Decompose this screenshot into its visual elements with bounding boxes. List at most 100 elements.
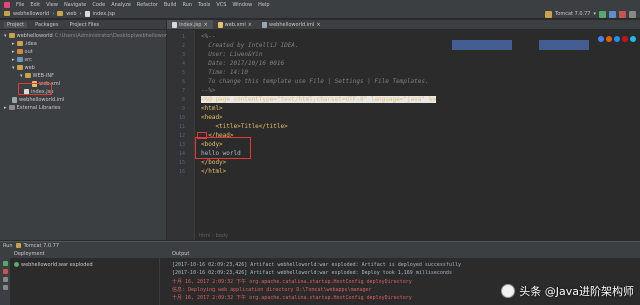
tab-web-xml[interactable]: web.xml × <box>213 20 257 29</box>
rerun-icon[interactable] <box>2 261 8 266</box>
chrome-icon[interactable] <box>598 36 604 42</box>
tree-item-label: src <box>24 56 32 63</box>
editor-tab-label: webhelloworld.iml <box>269 21 315 28</box>
run-panel-config[interactable]: Tomcat 7.0.77 <box>24 243 59 249</box>
tree-item-src[interactable]: ▸ src <box>12 56 32 63</box>
editor-tab-label: web.xml <box>224 21 246 28</box>
deployment-panel: webhelloworld:war exploded <box>10 258 160 305</box>
run-icon[interactable] <box>599 10 606 18</box>
menu-navigate[interactable]: Navigate <box>64 2 86 8</box>
iml-file-icon <box>12 96 17 103</box>
tree-item-project-root[interactable]: ▾ webhelloworld C:\Users\Administrator\D… <box>4 32 172 39</box>
firefox-icon[interactable] <box>606 36 612 42</box>
jsp-file-icon <box>84 10 90 17</box>
menu-code[interactable]: Code <box>92 2 105 8</box>
tree-item-label: External Libraries <box>16 104 61 111</box>
output-header: Output <box>172 250 190 257</box>
opera-icon[interactable] <box>622 36 628 42</box>
dropdown-arrow-icon[interactable]: ▾ <box>593 11 596 17</box>
tab-packages[interactable]: Packages <box>32 22 61 28</box>
line-number: 1 <box>181 34 185 40</box>
nav-file[interactable]: index.jsp <box>93 11 115 17</box>
blurred-region <box>539 40 589 50</box>
chevron-down-icon: ▾ <box>12 64 15 71</box>
run-config-selector[interactable]: Tomcat 7.0.77 <box>555 11 590 17</box>
tab-webhelloworld-iml[interactable]: webhelloworld.iml × <box>257 20 326 29</box>
deployment-header: Deployment <box>14 250 45 257</box>
highlight-box-head <box>197 132 207 139</box>
line-number: 4 <box>181 61 185 67</box>
menu-edit[interactable]: Edit <box>30 2 40 8</box>
close-icon[interactable]: × <box>248 22 252 28</box>
menu-help[interactable]: Help <box>258 2 269 8</box>
settings-icon[interactable] <box>2 285 8 290</box>
menu-run[interactable]: Run <box>182 2 192 8</box>
deployment-item[interactable]: webhelloworld:war exploded <box>14 261 93 268</box>
nav-project[interactable]: webhelloworld <box>13 11 49 17</box>
tab-index-jsp[interactable]: index.jsp × <box>167 20 213 29</box>
line-number: 7 <box>181 88 185 94</box>
highlight-box-index-jsp <box>18 83 52 95</box>
tree-item-web-inf[interactable]: ▾ WEB-INF <box>20 72 54 79</box>
code-line: <head> <box>201 114 223 121</box>
code-editor[interactable]: 1 2 3 4 5 6 7 8 9 10 11 12 13 14 15 16 <… <box>167 30 640 240</box>
debug-icon[interactable] <box>609 10 616 18</box>
tree-item-label: web <box>24 64 35 71</box>
menu-vcs[interactable]: VCS <box>216 2 226 8</box>
tree-item-web[interactable]: ▾ web <box>12 64 35 71</box>
tab-project-files[interactable]: Project Files <box>66 22 102 28</box>
line-number: 16 <box>178 169 185 175</box>
folder-icon <box>24 73 31 78</box>
editor-breadcrumb[interactable]: html › body <box>195 232 640 240</box>
tree-item-idea[interactable]: ▸ .idea <box>12 40 37 47</box>
run-configuration-widget: Tomcat 7.0.77 ▾ <box>545 10 636 18</box>
code-line: </html> <box>201 168 227 175</box>
stop-icon[interactable] <box>2 269 8 274</box>
chevron-right-icon: ▸ <box>12 40 15 47</box>
tree-item-out[interactable]: ▸ out <box>12 48 33 55</box>
folder-icon <box>16 49 23 54</box>
close-icon[interactable]: × <box>203 22 207 28</box>
menu-build[interactable]: Build <box>164 2 177 8</box>
code-line: Date: 2017/10/16 0016 <box>201 60 285 67</box>
project-panel-header: Project Packages Project Files <box>0 20 166 30</box>
line-number: 2 <box>181 43 185 49</box>
watermark-text: 头条 @Java进阶架构师 <box>519 285 634 298</box>
run-panel-title: Run <box>3 242 13 249</box>
menu-analyze[interactable]: Analyze <box>111 2 131 8</box>
menu-tools[interactable]: Tools <box>198 2 210 8</box>
stop-icon[interactable] <box>619 10 626 18</box>
code-line: To change this template use File | Setti… <box>201 78 429 85</box>
ie-icon[interactable] <box>630 36 636 42</box>
tab-project[interactable]: Project <box>4 21 28 28</box>
project-tree: ▾ webhelloworld C:\Users\Administrator\D… <box>0 30 172 240</box>
line-number: 10 <box>178 115 185 121</box>
library-icon <box>8 105 15 110</box>
menu-file[interactable]: File <box>16 2 24 8</box>
update-icon[interactable] <box>2 277 8 282</box>
deployed-check-icon <box>14 262 19 267</box>
code-line: Created by IntelliJ IDEA. <box>201 42 299 49</box>
code-line: Time: 14:10 <box>201 69 248 76</box>
iml-file-icon <box>262 21 267 28</box>
navigation-bar: webhelloworld › web › index.jsp <box>0 9 640 19</box>
safari-icon[interactable] <box>614 36 620 42</box>
chevron-right-icon: ▸ <box>12 48 15 55</box>
search-icon[interactable] <box>629 10 636 18</box>
line-number: 15 <box>178 160 185 166</box>
jsp-file-icon <box>172 21 177 28</box>
nav-folder[interactable]: web <box>66 11 76 17</box>
tree-item-label: webhelloworld.iml <box>19 96 65 103</box>
menu-refactor[interactable]: Refactor <box>137 2 158 8</box>
close-icon[interactable]: × <box>316 22 320 28</box>
xml-file-icon <box>217 21 223 28</box>
tree-item-iml[interactable]: webhelloworld.iml <box>12 96 64 103</box>
code-line: <title>Title</title> <box>201 123 288 130</box>
code-line: <html> <box>201 105 223 112</box>
menu-view[interactable]: View <box>46 2 58 8</box>
watermark: 头条 @Java进阶架构师 <box>501 283 634 299</box>
run-side-toolbar <box>0 258 10 305</box>
tree-item-external-libraries[interactable]: ▸ External Libraries <box>4 104 60 111</box>
menu-window[interactable]: Window <box>232 2 252 8</box>
editor-tab-label: index.jsp <box>179 21 202 28</box>
